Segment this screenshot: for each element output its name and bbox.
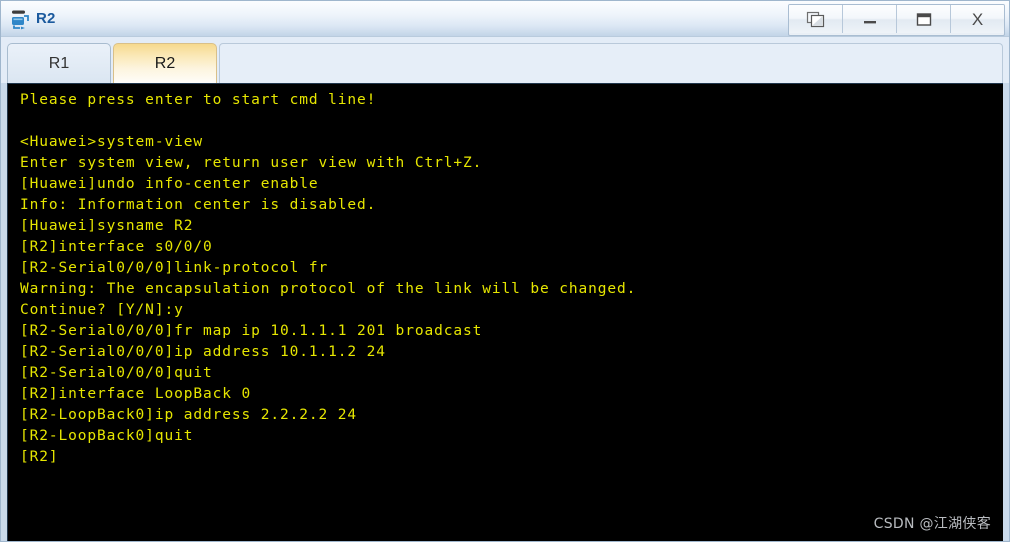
tab-r2-label: R2 (154, 54, 176, 72)
terminal-line: [R2] (20, 449, 59, 465)
device-tab-bar: R1 R2 (1, 37, 1009, 83)
terminal-line: Info: Information center is disabled. (20, 197, 377, 213)
tab-r2[interactable]: R2 (113, 43, 217, 83)
cascade-windows-icon (806, 11, 826, 28)
minimize-button[interactable] (843, 5, 897, 33)
terminal-line: Continue? [Y/N]:y (20, 302, 184, 318)
window-title: R2 (36, 10, 56, 27)
maximize-button[interactable] (897, 5, 951, 33)
terminal-line: <Huawei>system-view (20, 134, 203, 150)
maximize-icon (915, 12, 933, 27)
tab-strip-filler (219, 43, 1003, 83)
watermark: CSDN @江湖侠客 (873, 516, 991, 532)
terminal-line: [R2]interface s0/0/0 (20, 239, 213, 255)
terminal-line: [R2-LoopBack0]quit (20, 428, 194, 444)
terminal-line: [R2-Serial0/0/0]link-protocol fr (20, 260, 329, 276)
router-cli-window: R2 X R1 R2 Please press enter to start c… (0, 0, 1010, 542)
terminal-line: [R2-LoopBack0]ip address 2.2.2.2 24 (20, 407, 358, 423)
close-icon: X (971, 9, 984, 29)
cli-console[interactable]: Please press enter to start cmd line! <H… (7, 83, 1003, 541)
terminal-line: [Huawei]sysname R2 (20, 218, 194, 234)
window-controls: X (788, 4, 1005, 36)
terminal-line: Warning: The encapsulation protocol of t… (20, 281, 637, 297)
title-bar: R2 X (1, 1, 1009, 37)
terminal-line: [R2-Serial0/0/0]quit (20, 365, 213, 381)
terminal-line: [Huawei]undo info-center enable (20, 176, 319, 192)
terminal-container: Please press enter to start cmd line! <H… (1, 83, 1009, 541)
minimize-icon (861, 12, 879, 26)
terminal-line: [R2-Serial0/0/0]ip address 10.1.1.2 24 (20, 344, 386, 360)
terminal-line: [R2]interface LoopBack 0 (20, 386, 252, 402)
terminal-line: [R2-Serial0/0/0]fr map ip 10.1.1.1 201 b… (20, 323, 483, 339)
router-icon (9, 8, 31, 30)
tab-r1[interactable]: R1 (7, 43, 111, 83)
close-button[interactable]: X (951, 5, 1004, 33)
restore-windows-button[interactable] (789, 5, 843, 33)
terminal-line: Please press enter to start cmd line! (20, 92, 377, 108)
terminal-line: Enter system view, return user view with… (20, 155, 483, 171)
tab-r1-label: R1 (48, 54, 70, 72)
